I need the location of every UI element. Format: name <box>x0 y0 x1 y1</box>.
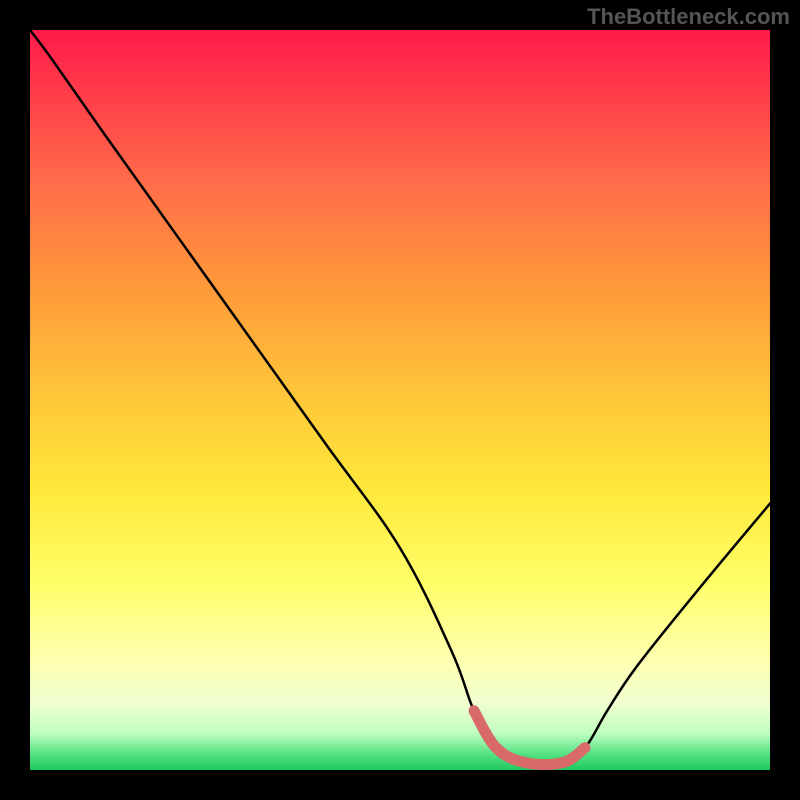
chart-svg <box>30 30 770 770</box>
plot-area <box>30 30 770 770</box>
watermark-text: TheBottleneck.com <box>587 4 790 30</box>
highlight-segment-line <box>474 711 585 765</box>
bottleneck-curve-line <box>30 30 770 765</box>
